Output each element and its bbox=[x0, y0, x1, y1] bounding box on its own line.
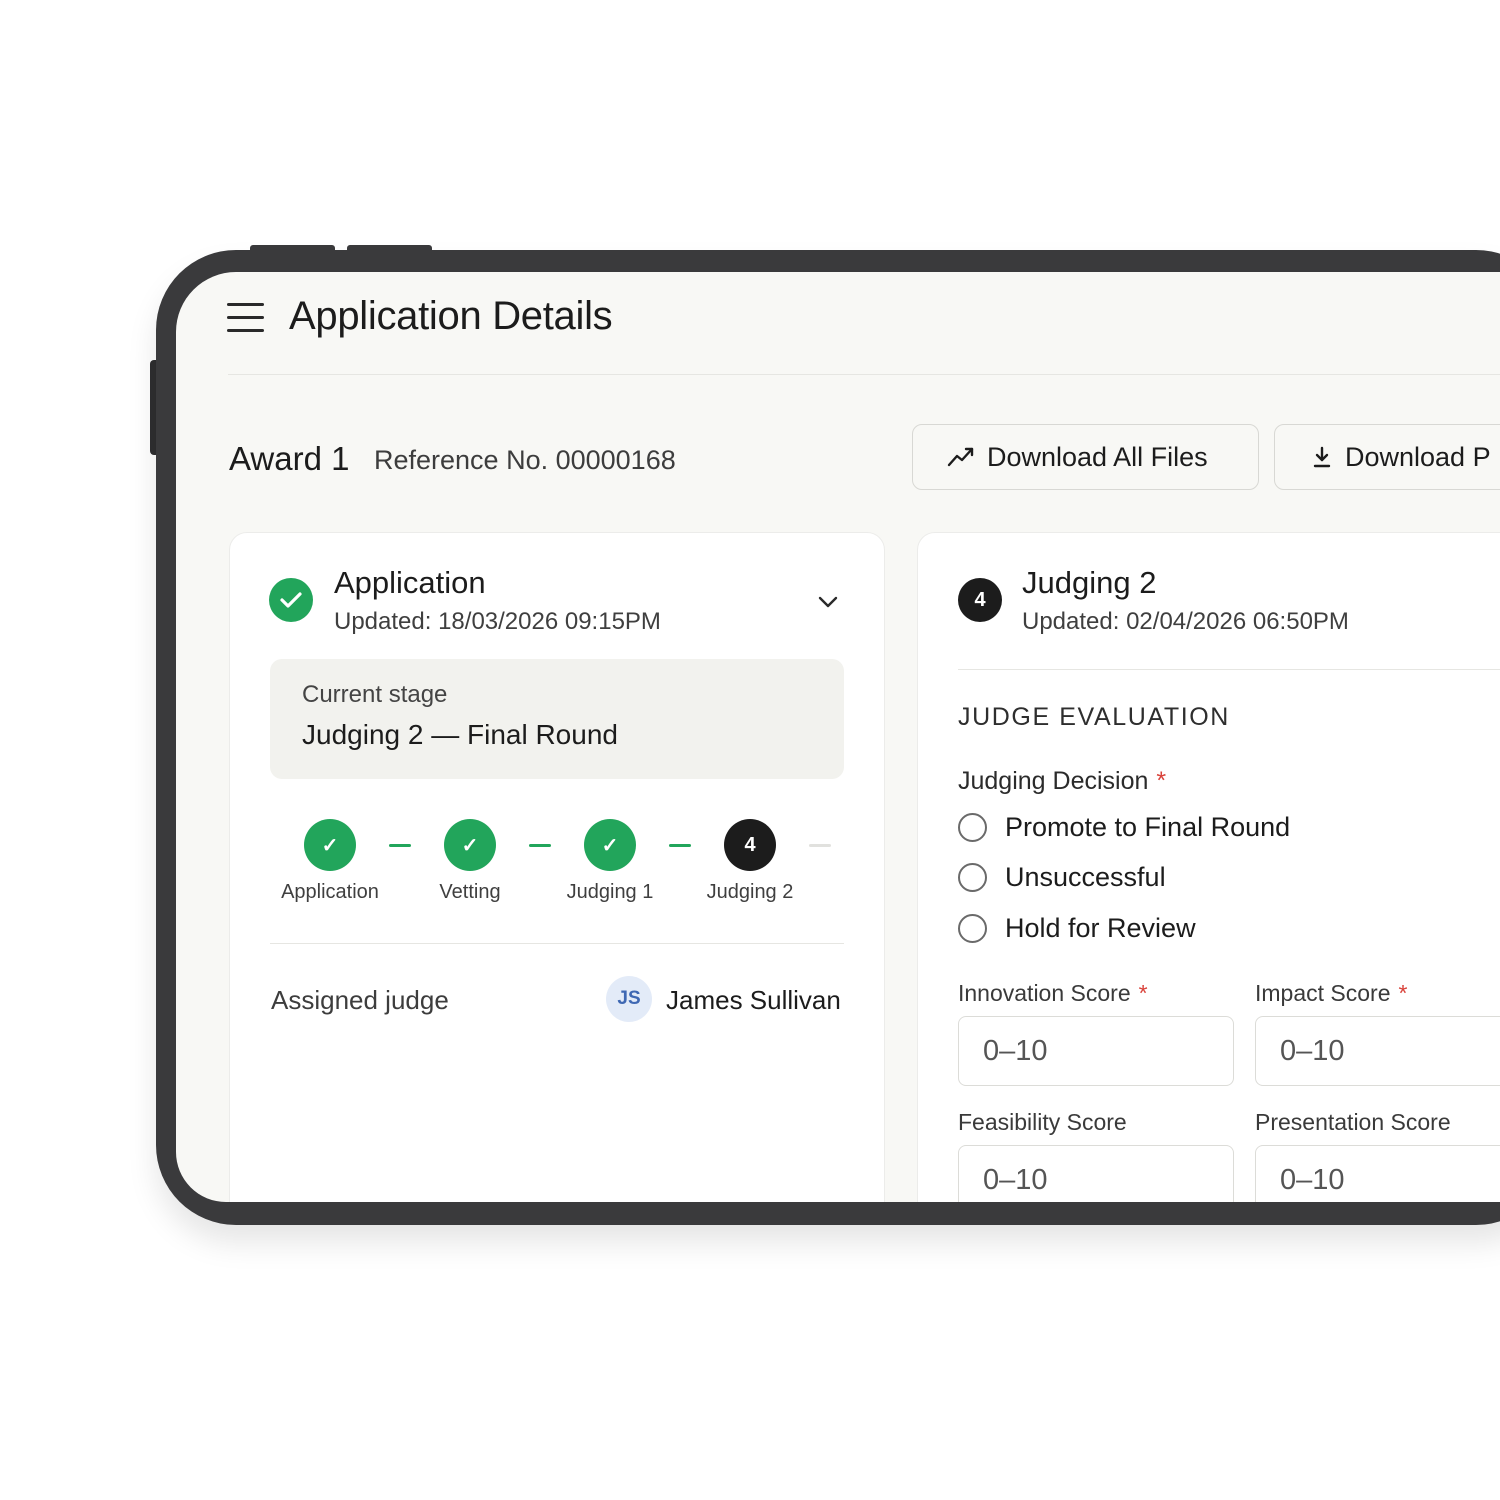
innovation-score-label: Innovation Score * bbox=[958, 980, 1148, 1006]
step-label-judging-1: Judging 1 bbox=[566, 881, 654, 903]
impact-score-label: Impact Score * bbox=[1255, 980, 1408, 1006]
judging-card: 4 Judging 2 Updated: 02/04/2026 06:50PM … bbox=[917, 532, 1500, 1202]
download-all-files-button[interactable]: Download All Files bbox=[912, 424, 1259, 490]
radio-button[interactable] bbox=[958, 914, 987, 943]
application-card: Application Updated: 18/03/2026 09:15PM … bbox=[229, 532, 885, 1202]
step-connector bbox=[389, 844, 411, 847]
assigned-judge-label: Assigned judge bbox=[271, 985, 449, 1015]
download-pdf-label: Download P bbox=[1345, 441, 1491, 472]
application-card-title: Application bbox=[334, 565, 486, 600]
radio-promote[interactable]: Promote to Final Round bbox=[958, 812, 1290, 843]
judge-name: James Sullivan bbox=[666, 985, 841, 1015]
chevron-down-icon[interactable] bbox=[817, 595, 839, 609]
card-divider bbox=[958, 669, 1500, 670]
step-label-vetting: Vetting bbox=[439, 881, 501, 903]
section-title: JUDGE EVALUATION bbox=[958, 703, 1230, 731]
current-stage-label: Current stage bbox=[302, 681, 448, 708]
presentation-score-label: Presentation Score bbox=[1255, 1109, 1451, 1135]
judging-card-title: Judging 2 bbox=[1022, 565, 1157, 600]
step-label-application: Application bbox=[281, 881, 379, 903]
current-stage-value: Judging 2 — Final Round bbox=[302, 719, 618, 750]
radio-hold[interactable]: Hold for Review bbox=[958, 913, 1196, 944]
required-marker: * bbox=[1156, 767, 1167, 795]
menu-icon[interactable] bbox=[227, 303, 264, 333]
radio-label: Promote to Final Round bbox=[1005, 812, 1291, 842]
required-marker: * bbox=[1398, 980, 1408, 1006]
radio-label: Unsuccessful bbox=[1005, 862, 1166, 892]
presentation-score-input[interactable] bbox=[1255, 1145, 1500, 1202]
radio-button[interactable] bbox=[958, 863, 987, 892]
step-judging-1-check-icon: ✓ bbox=[584, 819, 636, 871]
step-judging-2-badge: 4 bbox=[724, 819, 776, 871]
innovation-score-input[interactable] bbox=[958, 1016, 1234, 1086]
step-connector bbox=[669, 844, 691, 847]
step-connector-pending bbox=[809, 844, 831, 847]
download-pdf-button[interactable]: Download P bbox=[1274, 424, 1500, 490]
radio-label: Hold for Review bbox=[1005, 913, 1196, 943]
judging-step-badge: 4 bbox=[958, 578, 1002, 622]
step-connector bbox=[529, 844, 551, 847]
feasibility-score-label: Feasibility Score bbox=[958, 1109, 1127, 1135]
radio-button[interactable] bbox=[958, 813, 987, 842]
page-title: Application Details bbox=[289, 294, 613, 338]
feasibility-score-input[interactable] bbox=[958, 1145, 1234, 1202]
impact-score-input[interactable] bbox=[1255, 1016, 1500, 1086]
step-vetting-check-icon: ✓ bbox=[444, 819, 496, 871]
step-application-check-icon: ✓ bbox=[304, 819, 356, 871]
required-marker: * bbox=[1138, 980, 1148, 1006]
header-divider bbox=[228, 374, 1500, 375]
card-divider bbox=[270, 943, 844, 944]
download-all-files-label: Download All Files bbox=[987, 441, 1208, 472]
step-label-judging-2: Judging 2 bbox=[706, 881, 794, 903]
current-stage-box: Current stage Judging 2 — Final Round bbox=[270, 659, 844, 779]
download-icon bbox=[1313, 446, 1331, 468]
trend-line-icon bbox=[947, 447, 974, 467]
judging-updated: Updated: 02/04/2026 06:50PM bbox=[1022, 608, 1349, 635]
check-circle-icon bbox=[269, 578, 313, 622]
avatar: JS bbox=[606, 976, 652, 1022]
application-updated: Updated: 18/03/2026 09:15PM bbox=[334, 608, 661, 635]
screen: Application Details Award 1 Reference No… bbox=[176, 272, 1500, 1202]
award-name: Award 1 bbox=[229, 440, 350, 477]
radio-unsuccessful[interactable]: Unsuccessful bbox=[958, 862, 1166, 893]
reference-number: Reference No. 00000168 bbox=[374, 445, 676, 475]
judging-decision-label: Judging Decision * bbox=[958, 767, 1167, 795]
